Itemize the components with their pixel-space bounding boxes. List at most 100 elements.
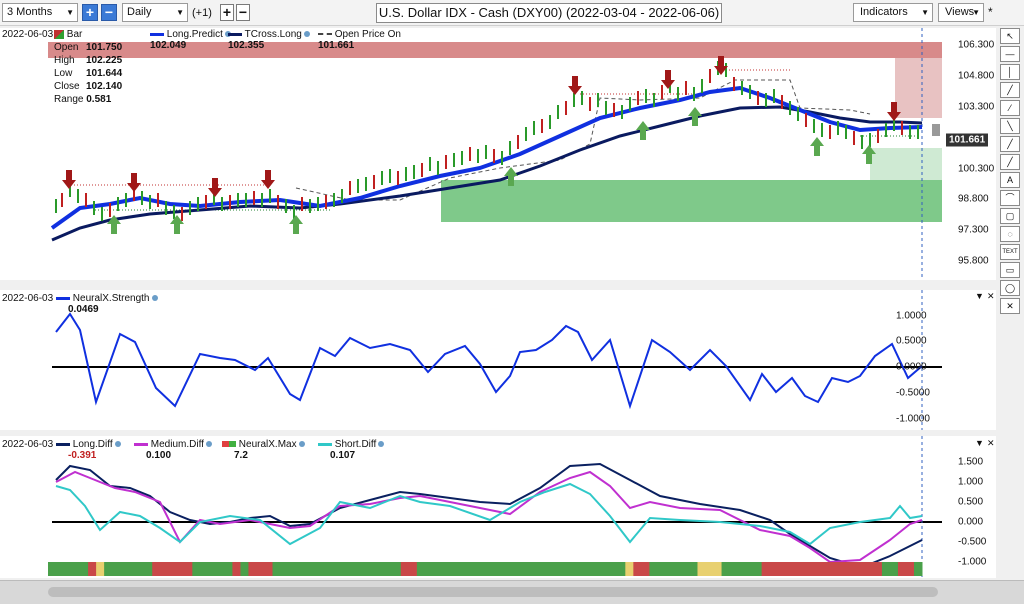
pin-icon[interactable]: * (988, 5, 993, 19)
zoom-out-button[interactable]: − (101, 4, 117, 21)
chart-title[interactable]: U.S. Dollar IDX - Cash (DXY00) (2022-03-… (376, 3, 722, 23)
y-tick: -1.000 (958, 556, 987, 568)
heat-cell (280, 562, 290, 576)
ohlc-value: 101.750 (86, 42, 123, 53)
heat-cell (384, 562, 394, 576)
drawing-tool-button[interactable]: — (1000, 46, 1020, 62)
drawing-tool-button[interactable]: ⌒ (1000, 190, 1020, 206)
swatch (222, 441, 236, 448)
price-y-axis[interactable]: 106.300 104.800 103.300 101.661 100.300 … (944, 28, 996, 280)
drawing-tool-button[interactable]: ▢ (1000, 208, 1020, 224)
legend-neuralx-max: NeuralX.Max 7.2 (222, 439, 305, 461)
views-button[interactable]: Views ▼ (938, 3, 984, 22)
offset-plus-button[interactable]: + (220, 4, 234, 21)
heat-cell (248, 562, 257, 576)
y-tick: 104.800 (958, 70, 995, 82)
ohlc-low: Low 101.644 (54, 67, 122, 80)
drawing-tool-button[interactable]: ╲ (1000, 118, 1020, 134)
status-bar (0, 580, 1024, 604)
legend-value: 0.107 (330, 450, 356, 461)
swatch (56, 296, 70, 300)
heat-cell (184, 562, 193, 576)
price-chart-pane[interactable]: 2022-06-03 Bar Open 101.750 High 102.225 L… (0, 28, 944, 314)
drawing-tool-button[interactable]: ↖ (1000, 28, 1020, 44)
drawing-tool-button[interactable]: ╱ (1000, 82, 1020, 98)
y-tick: 1.0000 (896, 310, 927, 322)
close-icon[interactable]: ✕ (987, 291, 995, 302)
indicators-button[interactable]: Indicators ▼ (853, 3, 933, 22)
swatch (134, 442, 148, 446)
legend-name: NeuralX.Strength (72, 293, 150, 304)
legend-strength: NeuralX.Strength 0.0469 (56, 293, 158, 315)
scroll-handle[interactable] (932, 124, 940, 136)
heat-cell (657, 562, 666, 576)
zoom-in-button[interactable]: + (82, 4, 98, 21)
heat-cell (905, 562, 915, 576)
drawing-tool-button[interactable]: ⁄ (1000, 100, 1020, 116)
drawing-tool-button[interactable]: ✕ (1000, 298, 1020, 314)
interval-select[interactable]: Daily ▼ (122, 3, 188, 22)
heat-cell (264, 562, 274, 576)
heat-cell (192, 562, 201, 576)
long-diff-line (55, 462, 923, 565)
heat-cell (817, 562, 827, 576)
support-zone-shadow (870, 148, 942, 180)
strength-line (55, 312, 923, 410)
heat-cell (48, 562, 57, 576)
close-icon[interactable]: ✕ (987, 438, 995, 449)
heat-cell (489, 562, 498, 576)
interval-value: Daily (127, 6, 152, 18)
drawing-tool-button[interactable]: ╱ (1000, 136, 1020, 152)
drawing-tool-button[interactable]: ╱ (1000, 154, 1020, 170)
period-select[interactable]: 3 Months ▼ (2, 3, 78, 22)
chevron-down-icon: ▼ (66, 8, 74, 17)
drawing-tool-button[interactable]: A (1000, 172, 1020, 188)
heat-cell (272, 562, 282, 576)
collapse-icon[interactable]: ▼ (975, 291, 984, 301)
heat-cell (80, 562, 89, 576)
support-zone (441, 180, 942, 222)
y-tick: -0.500 (958, 536, 987, 548)
drawing-tool-button[interactable]: ▭ (1000, 262, 1020, 278)
heat-cell (505, 562, 514, 576)
drawing-tool-button[interactable]: ◌ (1000, 226, 1020, 242)
heat-cell (368, 562, 378, 576)
heat-cell (697, 562, 707, 576)
heat-cell (601, 562, 610, 576)
heat-cell (144, 562, 153, 576)
period-value: 3 Months (7, 6, 53, 18)
heat-cell (889, 562, 899, 576)
heat-cell (256, 562, 265, 576)
heat-cell (104, 562, 113, 576)
y-tick: 0.500 (958, 496, 984, 508)
offset-minus-button[interactable]: − (236, 4, 250, 21)
strength-pane[interactable]: 2022-06-03 NeuralX.Strength 0.0469 (0, 290, 944, 430)
bar-icon (54, 29, 64, 39)
drawing-tool-button[interactable]: │ (1000, 64, 1020, 80)
views-label: Views (945, 6, 975, 18)
collapse-icon[interactable]: ▼ (975, 438, 984, 448)
y-tick: 0.0000 (896, 361, 927, 373)
heat-cell (633, 562, 642, 576)
heat-cell (865, 562, 875, 576)
heat-cell (825, 562, 835, 576)
sell-arrow (661, 70, 675, 89)
drawing-tool-button[interactable]: ◯ (1000, 280, 1020, 296)
horizontal-scrollbar[interactable] (48, 587, 938, 597)
info-icon (114, 441, 121, 448)
diff-pane[interactable]: 2022-06-03 Long.Diff -0.391 Medium.Diff 0.… (0, 436, 944, 578)
heat-cell (360, 562, 370, 576)
drawing-tool-button[interactable]: TEXT (1000, 244, 1020, 260)
heat-cell (336, 562, 346, 576)
swatch (150, 32, 164, 36)
heat-cell (529, 562, 538, 576)
strength-y-axis[interactable]: 1.0000 0.5000 0.0000 -0.5000 -1.0000 (896, 290, 996, 430)
diff-y-axis[interactable]: 1.500 1.000 0.500 0.000 -0.500 -1.000 (944, 436, 996, 578)
legend-value: 102.355 (228, 40, 265, 51)
ohlc-value: 101.644 (86, 68, 123, 79)
ohlc-range: Range 0.581 (54, 93, 122, 106)
buy-arrow (810, 137, 824, 156)
y-tick: -0.5000 (896, 387, 930, 399)
heat-cell (408, 562, 418, 576)
heat-cell (713, 562, 723, 576)
